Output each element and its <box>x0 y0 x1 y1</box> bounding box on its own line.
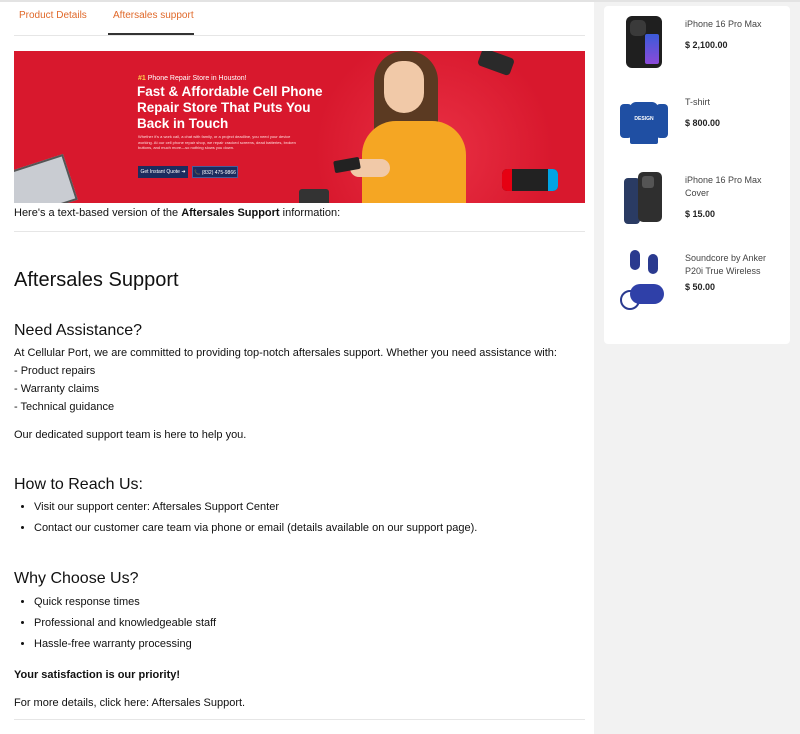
product-price: $ 15.00 <box>685 209 716 219</box>
heading-how-to-reach: How to Reach Us: <box>14 476 143 493</box>
banner-headline: Fast & Affordable Cell Phone Repair Stor… <box>137 84 323 131</box>
tee-print: DESIGN <box>634 116 654 122</box>
assistance-item: - Product repairs <box>14 365 96 377</box>
product-card[interactable]: Soundcore by Anker P20i True Wireless $ … <box>604 246 790 318</box>
product-price: $ 50.00 <box>685 282 716 292</box>
satisfaction-text: Your satisfaction is our priority! <box>14 669 181 681</box>
more-details-link[interactable]: For more details, click here: Aftersales… <box>14 694 245 712</box>
divider <box>14 231 585 232</box>
page-title: Aftersales Support <box>14 269 179 291</box>
left-joycon <box>502 169 512 191</box>
phone-case-icon <box>618 170 668 228</box>
broken-phone-image <box>299 189 329 203</box>
product-name[interactable]: iPhone 16 Pro Max Cover <box>685 174 785 200</box>
intro-bold: Aftersales Support <box>181 207 280 219</box>
list-item: Visit our support center: Aftersales Sup… <box>34 497 477 518</box>
iphone-camera <box>630 20 646 36</box>
list-item: Contact our customer care team via phone… <box>34 518 477 539</box>
heading-need-assistance: Need Assistance? <box>14 322 143 339</box>
product-price: $ 800.00 <box>685 118 721 128</box>
tab-product-details[interactable]: Product Details <box>19 10 87 21</box>
assistance-lead: At Cellular Port, we are committed to pr… <box>14 347 557 359</box>
face-shape <box>384 61 424 113</box>
banner-body: Whether it's a work call, a chat with fa… <box>138 134 296 150</box>
product-card[interactable]: iPhone 16 Pro Max $ 2,100.00 <box>604 12 790 84</box>
tee-body <box>630 102 658 144</box>
product-name[interactable]: T-shirt <box>685 96 785 109</box>
tab-aftersales-support[interactable]: Aftersales support <box>113 10 194 21</box>
banner-tagline: #1 Phone Repair Store in Houston! <box>138 75 247 82</box>
product-card[interactable]: DESIGN T-shirt $ 800.00 <box>604 90 790 162</box>
earbud-right <box>648 254 658 274</box>
case-camera <box>642 176 654 188</box>
product-card[interactable]: iPhone 16 Pro Max Cover $ 15.00 <box>604 168 790 240</box>
earbuds-icon <box>618 248 670 310</box>
banner-tag-text: Phone Repair Store in Houston! <box>145 75 247 82</box>
assistance-item: - Technical guidance <box>14 401 115 413</box>
iphone-icon <box>618 14 668 72</box>
main-content: Product Details Aftersales support #1 Ph… <box>0 2 594 734</box>
assistance-item: - Warranty claims <box>14 383 100 395</box>
call-phone-button[interactable]: 📞 (832) 475-9866 <box>192 166 238 178</box>
product-name[interactable]: Soundcore by Anker P20i True Wireless <box>685 252 785 278</box>
game-console-image <box>502 169 558 191</box>
iphone-screen <box>645 34 659 64</box>
banner-tag-number: #1 <box>138 75 146 82</box>
woman-with-phone-image <box>333 51 474 203</box>
product-price: $ 2,100.00 <box>685 40 728 50</box>
product-name[interactable]: iPhone 16 Pro Max <box>685 18 785 31</box>
earbuds-shape <box>620 250 670 310</box>
get-quote-button[interactable]: Get Instant Quote ➜ <box>138 166 188 178</box>
related-products-sidebar: iPhone 16 Pro Max $ 2,100.00 DESIGN T-sh… <box>604 6 790 344</box>
right-joycon <box>548 169 558 191</box>
list-item: Professional and knowledgeable staff <box>34 613 216 634</box>
sweatshirt-icon: DESIGN <box>618 92 668 150</box>
earbud-left <box>630 250 640 270</box>
why-list: Quick response times Professional and kn… <box>14 592 216 655</box>
intro-text: Here's a text-based version of the After… <box>14 207 340 219</box>
tee-shape: DESIGN <box>620 100 668 144</box>
heading-why-choose-us: Why Choose Us? <box>14 570 139 587</box>
list-item: Hassle-free warranty processing <box>34 634 216 655</box>
divider <box>14 719 585 720</box>
active-tab-indicator <box>108 33 194 35</box>
iphone-body <box>626 16 662 68</box>
intro-pre: Here's a text-based version of the <box>14 207 182 219</box>
assistance-closing: Our dedicated support team is here to he… <box>14 429 247 441</box>
reach-list: Visit our support center: Aftersales Sup… <box>14 497 477 539</box>
charging-case <box>630 284 664 304</box>
laptop-image <box>14 153 78 203</box>
promo-banner: #1 Phone Repair Store in Houston! Fast &… <box>14 51 585 203</box>
product-tabs: Product Details Aftersales support <box>14 2 585 36</box>
intro-post: information: <box>279 207 341 219</box>
case-shape <box>624 172 664 224</box>
list-item: Quick response times <box>34 592 216 613</box>
